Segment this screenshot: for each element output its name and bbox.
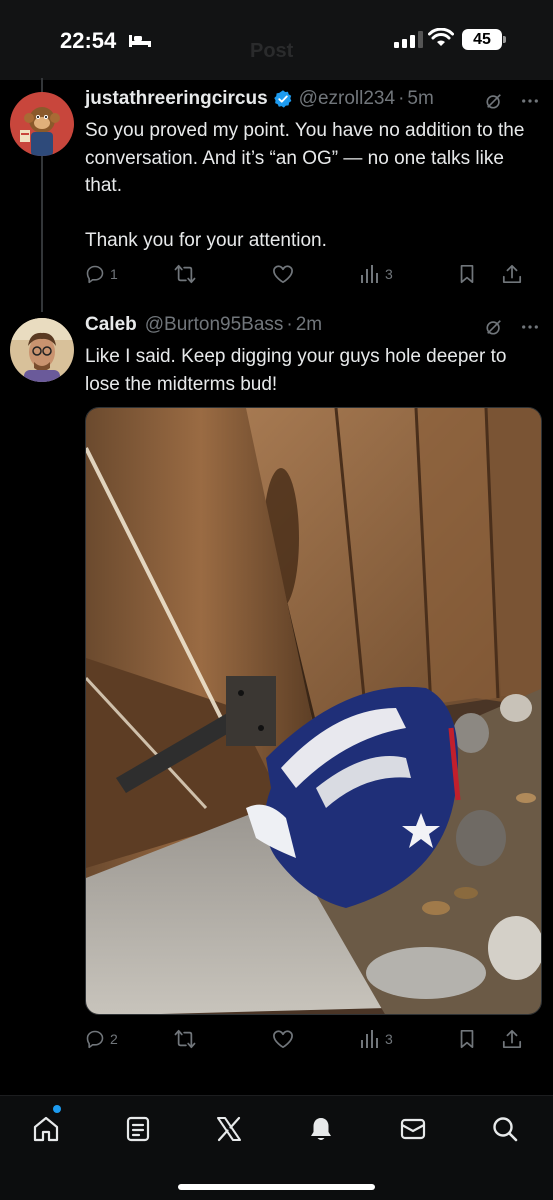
grok-icon[interactable]: [485, 318, 503, 336]
sleep-mode-icon: [129, 35, 151, 47]
reply-button[interactable]: 2: [85, 1029, 174, 1049]
clock: 22:54: [60, 28, 117, 53]
share-icon: [502, 1029, 522, 1049]
share-button[interactable]: [502, 264, 522, 284]
views-button[interactable]: 3: [360, 1030, 458, 1048]
share-button[interactable]: [502, 1029, 522, 1049]
tweet-actions: 1 3: [85, 262, 540, 286]
heart-icon: [273, 1030, 293, 1049]
views-icon: [361, 1030, 378, 1048]
reply-count: 2: [110, 1031, 118, 1047]
like-button[interactable]: [272, 264, 360, 284]
repost-button[interactable]: [174, 1029, 272, 1049]
bookmark-icon: [460, 1029, 474, 1049]
verified-badge-icon: [273, 90, 292, 108]
views-button[interactable]: 3: [360, 265, 458, 283]
tab-notifications[interactable]: [305, 1113, 337, 1145]
tweet-photo[interactable]: [85, 407, 542, 1015]
tweet-text: So you proved my point. You have no addi…: [85, 120, 525, 251]
reply-icon: [86, 1030, 104, 1049]
repost-icon: [174, 1029, 196, 1049]
heart-icon: [273, 265, 293, 284]
repost-button[interactable]: [174, 264, 272, 284]
repost-icon: [174, 264, 196, 284]
home-icon: [33, 1116, 59, 1142]
tweet-header: justathreeringcircus @ezroll234 · 5m: [85, 88, 434, 110]
tweet-tools: [485, 318, 539, 336]
views-count: 3: [385, 266, 393, 282]
home-indicator[interactable]: [178, 1184, 375, 1190]
avatar[interactable]: [10, 318, 74, 382]
profile-photo-avatar: [10, 318, 74, 382]
bell-icon: [311, 1118, 331, 1140]
tab-grok[interactable]: [213, 1113, 245, 1145]
views-icon: [361, 265, 378, 283]
status-bar: 22:54 Post 45: [0, 0, 553, 80]
background-title: Post: [250, 40, 294, 62]
cellular-signal-icon: [394, 30, 423, 48]
tab-home[interactable]: [30, 1113, 62, 1145]
like-button[interactable]: [272, 1029, 360, 1049]
search-icon: [493, 1117, 518, 1142]
wifi-icon: [428, 28, 454, 46]
display-name[interactable]: justathreeringcircus: [85, 88, 268, 110]
notes-icon: [126, 1116, 150, 1142]
reply-count: 1: [110, 266, 118, 282]
timestamp[interactable]: 5m: [407, 88, 433, 110]
handle[interactable]: @ezroll234: [299, 88, 395, 110]
display-name[interactable]: Caleb: [85, 314, 137, 336]
tab-search[interactable]: [489, 1113, 521, 1145]
mail-icon: [400, 1118, 426, 1140]
timestamp[interactable]: 2m: [296, 314, 322, 336]
battery-tip: [503, 36, 506, 43]
x-logo-icon: [217, 1116, 241, 1142]
tweet-tools: [485, 92, 539, 110]
tweet-text: Like I said. Keep digging your guys hole…: [85, 346, 512, 395]
reply-button[interactable]: 1: [85, 264, 174, 284]
views-count: 3: [385, 1031, 393, 1047]
bookmark-icon: [460, 264, 474, 284]
share-icon: [502, 264, 522, 284]
more-options-icon[interactable]: [521, 92, 539, 110]
bookmark-button[interactable]: [458, 1029, 502, 1049]
tweet-actions: 2 3: [85, 1027, 540, 1051]
tab-messages[interactable]: [397, 1113, 429, 1145]
tab-notes[interactable]: [122, 1113, 154, 1145]
separator: ·: [398, 88, 405, 109]
bookmark-button[interactable]: [458, 264, 502, 284]
handle[interactable]: @Burton95Bass: [145, 314, 284, 336]
more-options-icon[interactable]: [521, 318, 539, 336]
photo-image: [86, 408, 541, 1014]
separator: ·: [286, 314, 293, 335]
grok-icon[interactable]: [485, 92, 503, 110]
tweet-header: Caleb @Burton95Bass · 2m: [85, 314, 322, 336]
reply-icon: [86, 265, 104, 284]
battery-indicator: 45: [462, 29, 502, 50]
avatar[interactable]: [10, 92, 74, 156]
monkey-avatar-icon: [10, 92, 74, 156]
unread-indicator-dot: [53, 1105, 61, 1113]
